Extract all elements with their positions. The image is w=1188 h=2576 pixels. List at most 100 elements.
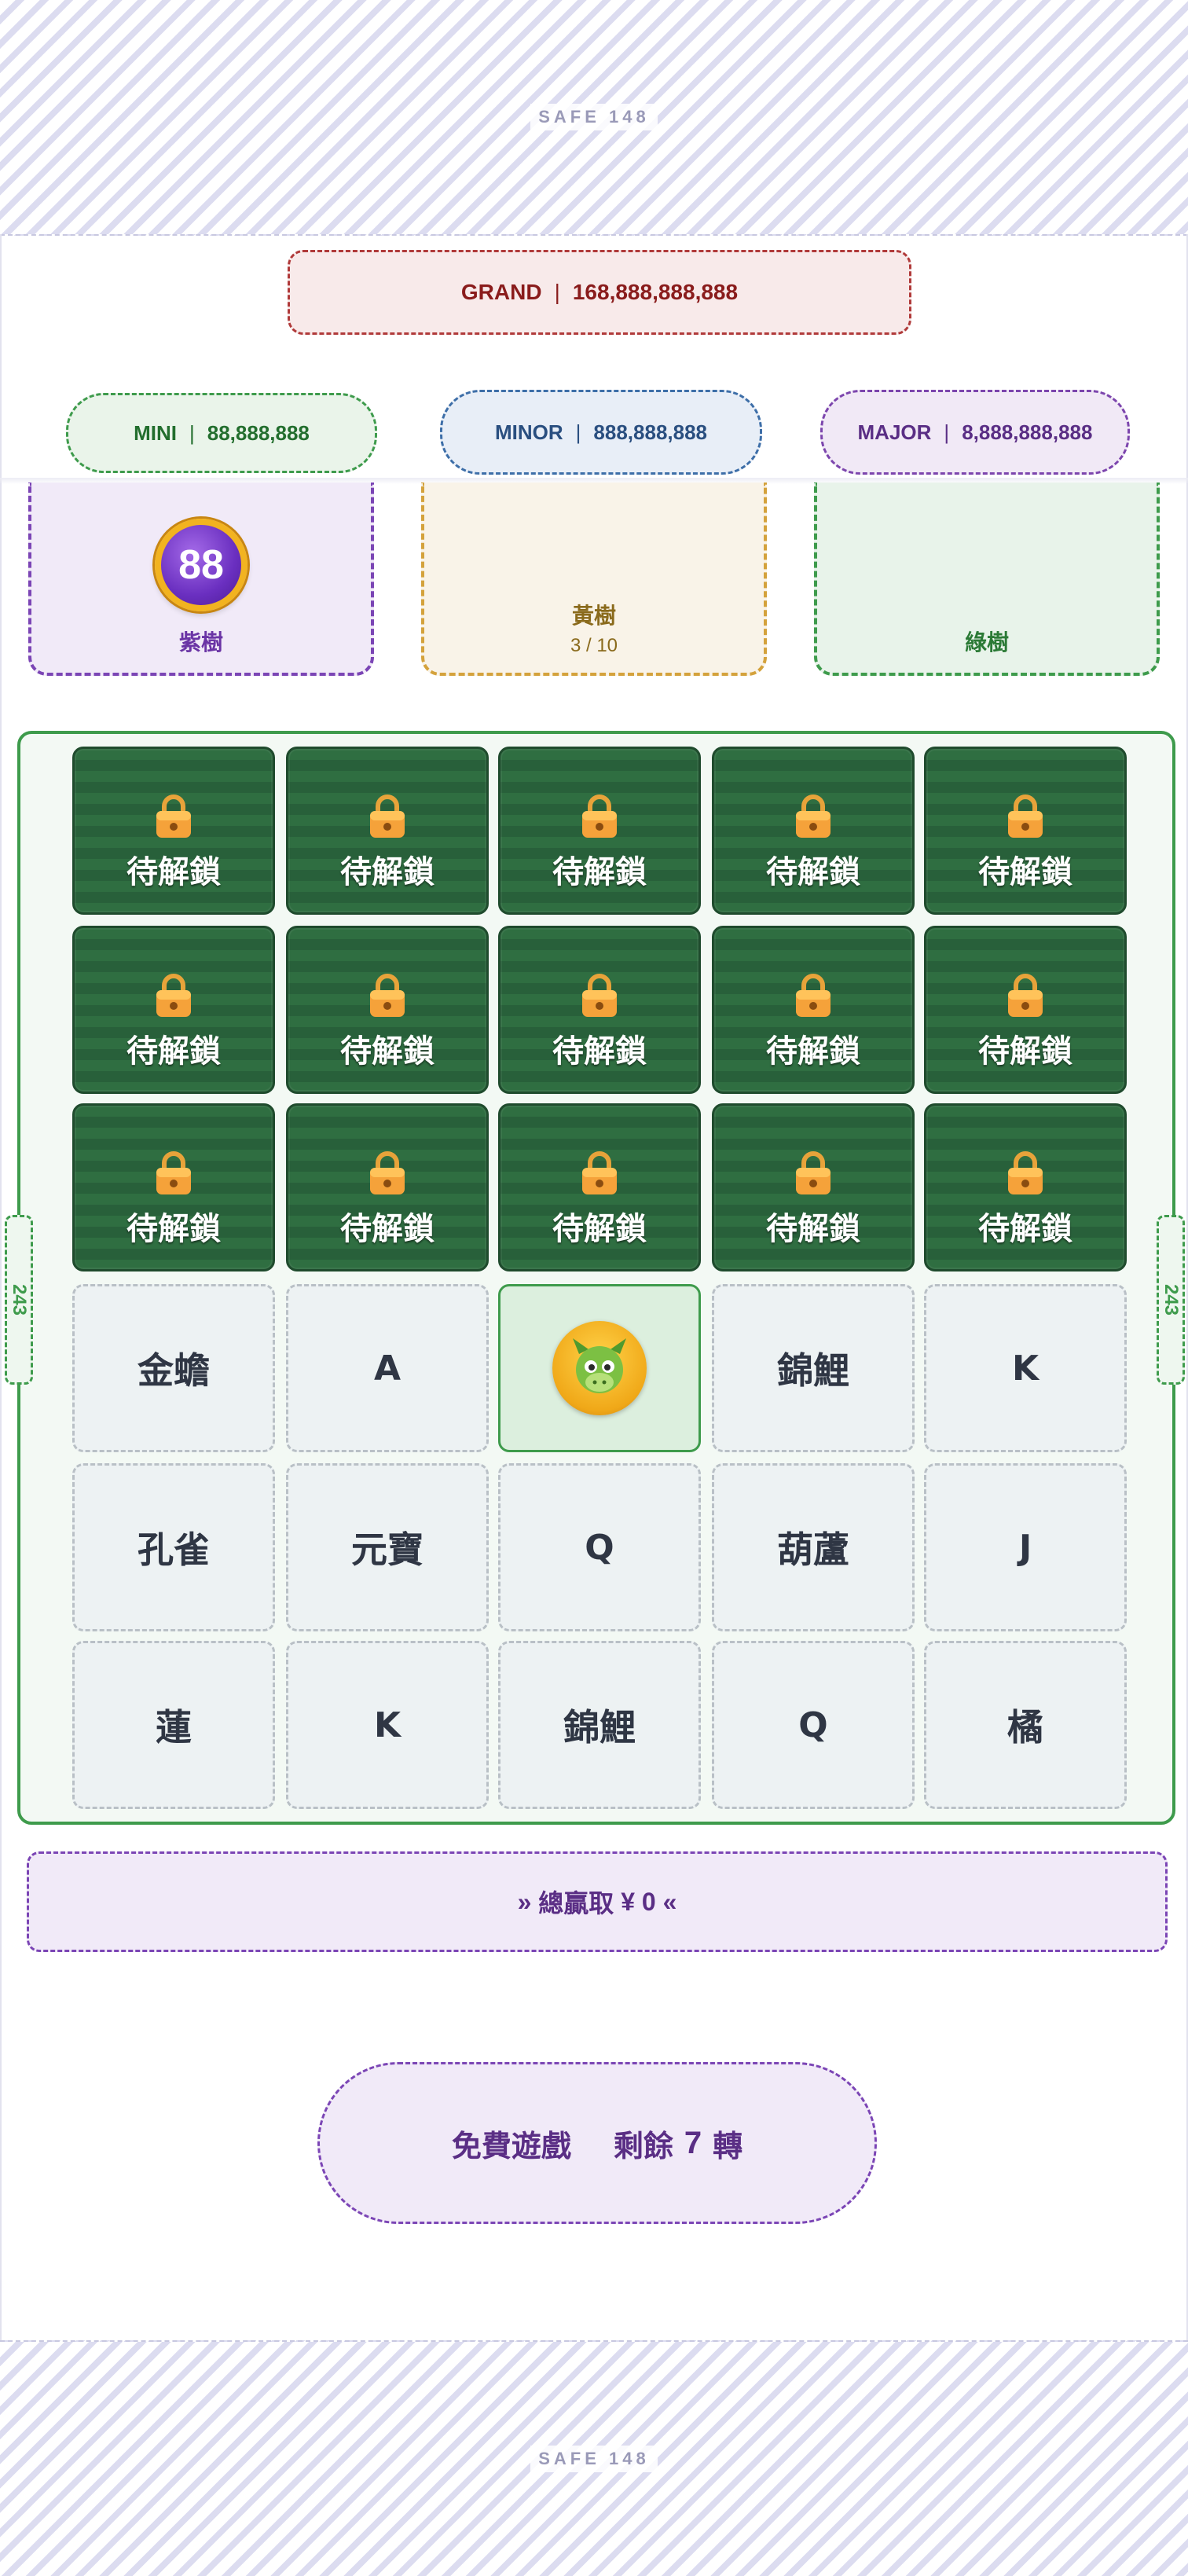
symbol-label: K xyxy=(373,1704,402,1745)
tree-purple: 88 紫樹 xyxy=(28,483,374,676)
locked-label: 待解鎖 xyxy=(978,854,1072,890)
lock-icon xyxy=(793,792,834,843)
locked-cell: 待解鎖 xyxy=(72,926,275,1094)
tree-yellow-progress: 3 / 10 xyxy=(570,635,618,656)
locked-label: 待解鎖 xyxy=(766,854,860,890)
symbol-cell: 元寶 xyxy=(286,1463,489,1631)
locked-label: 待解鎖 xyxy=(552,1211,647,1246)
locked-cell: 待解鎖 xyxy=(72,747,275,915)
locked-cell: 待解鎖 xyxy=(924,1103,1127,1271)
locked-cell: 待解鎖 xyxy=(72,1103,275,1271)
symbol-label: Q xyxy=(798,1704,828,1745)
tree-green-label: 綠樹 xyxy=(964,630,1009,655)
locked-label: 待解鎖 xyxy=(766,1033,860,1069)
safe-label-bottom: SAFE 148 xyxy=(530,2446,658,2472)
minor-jackpot-value: 888,888,888 xyxy=(593,420,708,444)
locked-cell: 待解鎖 xyxy=(286,747,489,915)
locked-label: 待解鎖 xyxy=(340,854,434,890)
coin-88-badge: 88 xyxy=(155,519,248,611)
symbol-cell: K xyxy=(924,1284,1127,1452)
locked-label: 待解鎖 xyxy=(126,1211,221,1246)
lock-icon xyxy=(579,792,620,843)
grand-jackpot-label: GRAND xyxy=(460,280,542,304)
major-jackpot-value: 8,888,888,888 xyxy=(962,420,1093,444)
locked-label: 待解鎖 xyxy=(978,1033,1072,1069)
win-label: 總贏取 xyxy=(538,1889,614,1917)
tree-yellow: 黃樹 3 / 10 xyxy=(421,483,767,676)
free-spins-unit: 轉 xyxy=(713,2130,743,2163)
locked-cell: 待解鎖 xyxy=(712,1103,915,1271)
safe-area-top: SAFE 148 xyxy=(0,0,1188,236)
lock-icon xyxy=(153,792,194,843)
locked-label: 待解鎖 xyxy=(126,854,221,890)
dragon-wild-icon xyxy=(552,1321,647,1415)
lock-icon xyxy=(1005,792,1046,843)
symbol-label: 孔雀 xyxy=(138,1529,210,1570)
win-amount: 0 xyxy=(641,1887,656,1916)
lock-icon xyxy=(153,1149,194,1200)
win-currency: ¥ xyxy=(621,1887,635,1916)
ways-tab-left: 243 xyxy=(5,1215,33,1385)
symbol-cell: 錦鯉 xyxy=(498,1641,701,1809)
symbol-cell: Q xyxy=(498,1463,701,1631)
locked-label: 待解鎖 xyxy=(552,1033,647,1069)
symbol-label: 蓮 xyxy=(156,1707,192,1748)
lock-icon xyxy=(793,971,834,1022)
symbol-cell: 孔雀 xyxy=(72,1463,275,1631)
symbol-label: K xyxy=(1011,1348,1040,1389)
lock-icon xyxy=(367,792,408,843)
safe-label-top: SAFE 148 xyxy=(530,104,658,130)
minor-jackpot-label: MINOR xyxy=(494,420,563,444)
ways-tab-right: 243 xyxy=(1157,1215,1185,1385)
locked-cell: 待解鎖 xyxy=(712,747,915,915)
locked-cell: 待解鎖 xyxy=(286,1103,489,1271)
major-jackpot: MAJOR | 8,888,888,888 xyxy=(820,390,1130,475)
mini-jackpot-value: 88,888,888 xyxy=(207,420,310,445)
lock-icon xyxy=(1005,971,1046,1022)
lock-icon xyxy=(579,971,620,1022)
tree-green: 綠樹 xyxy=(814,483,1160,676)
lock-icon xyxy=(153,971,194,1022)
locked-label: 待解鎖 xyxy=(766,1211,860,1246)
lock-icon xyxy=(579,1149,620,1200)
lock-icon xyxy=(793,1149,834,1200)
mini-jackpot: MINI | 88,888,888 xyxy=(66,393,377,473)
symbol-cell: 葫蘆 xyxy=(712,1463,915,1631)
symbol-label: J xyxy=(1018,1527,1032,1568)
locked-label: 待解鎖 xyxy=(978,1211,1072,1246)
frame-edge-left xyxy=(0,234,2,2340)
symbol-cell: A xyxy=(286,1284,489,1452)
grand-jackpot-value: 168,888,888,888 xyxy=(572,280,739,304)
free-spins-prefix: 剩餘 xyxy=(613,2130,673,2163)
minor-jackpot-separator: | xyxy=(575,420,581,444)
symbol-cell: Q xyxy=(712,1641,915,1809)
locked-cell: 待解鎖 xyxy=(924,747,1127,915)
locked-label: 待解鎖 xyxy=(126,1033,221,1069)
free-game-label: 免費遊戲 xyxy=(451,2130,571,2163)
mini-jackpot-separator: | xyxy=(189,420,195,445)
symbol-cell: 錦鯉 xyxy=(712,1284,915,1452)
locked-cell: 待解鎖 xyxy=(286,926,489,1094)
symbol-label: 元寶 xyxy=(351,1529,424,1570)
symbol-label: 葫蘆 xyxy=(777,1529,849,1570)
symbol-cell: 金蟾 xyxy=(72,1284,275,1452)
tree-purple-label: 紫樹 xyxy=(178,630,223,655)
major-jackpot-label: MAJOR xyxy=(857,420,932,444)
symbol-label: 金蟾 xyxy=(138,1350,210,1391)
win-prefix: » xyxy=(517,1887,532,1916)
symbol-cell: J xyxy=(924,1463,1127,1631)
locked-label: 待解鎖 xyxy=(340,1211,434,1246)
major-jackpot-separator: | xyxy=(944,420,950,444)
free-spins-count: 7 xyxy=(684,2125,702,2160)
total-win-bar: » 總贏取 ¥ 0 « xyxy=(27,1851,1168,1952)
symbol-cell: K xyxy=(286,1641,489,1809)
win-suffix: « xyxy=(662,1887,677,1916)
grand-jackpot-separator: | xyxy=(554,280,560,304)
ways-label-left: 243 xyxy=(9,1283,31,1316)
lock-icon xyxy=(367,971,408,1022)
symbol-label: A xyxy=(373,1348,402,1389)
free-game-button[interactable]: 免費遊戲 剩餘 7 轉 xyxy=(317,2062,877,2224)
locked-label: 待解鎖 xyxy=(552,854,647,890)
locked-cell: 待解鎖 xyxy=(712,926,915,1094)
locked-cell: 待解鎖 xyxy=(498,1103,701,1271)
